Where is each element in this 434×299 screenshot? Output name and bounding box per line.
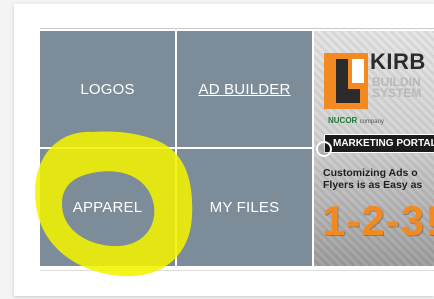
logos-tile[interactable]: LOGOS — [40, 31, 175, 147]
parent-company-name: NUCOR — [328, 116, 358, 125]
carousel-indicator-icon[interactable] — [316, 141, 332, 157]
parent-company-logo: NUCOR company — [328, 116, 384, 125]
brand-subtitle: BUILDIN SYSTEM — [372, 76, 434, 100]
divider-top — [40, 28, 434, 29]
my-files-tile[interactable]: MY FILES — [177, 149, 312, 266]
promo-copy-line2: Flyers is as Easy as — [323, 179, 423, 191]
portal-menu-grid: LOGOS AD BUILDER APPAREL MY FILES — [40, 31, 312, 266]
apparel-tile-label: APPAREL — [72, 199, 143, 216]
promo-headline: 1-2-3! — [322, 197, 434, 244]
parent-company-suffix: company — [359, 119, 384, 125]
logos-tile-label: LOGOS — [80, 80, 135, 98]
divider-bottom — [40, 270, 434, 271]
promo-copy-line1: Customizing Ads o — [323, 167, 418, 179]
brand-title: KIRB — [370, 49, 426, 74]
apparel-tile[interactable]: APPAREL — [40, 149, 175, 266]
ad-builder-tile[interactable]: AD BUILDER — [177, 31, 312, 147]
my-files-tile-label: MY FILES — [209, 199, 280, 216]
marketing-portal-banner[interactable]: KIRB BUILDIN SYSTEM NUCOR company MARKET… — [314, 31, 434, 266]
marketing-portal-label: MARKETING PORTAL — [324, 134, 434, 153]
ad-builder-tile-label: AD BUILDER — [198, 80, 291, 98]
brand-subtitle-line2: SYSTEM — [372, 86, 422, 100]
kirby-logo-icon — [324, 53, 368, 109]
promo-copy: Customizing Ads o Flyers is as Easy as — [323, 167, 434, 191]
